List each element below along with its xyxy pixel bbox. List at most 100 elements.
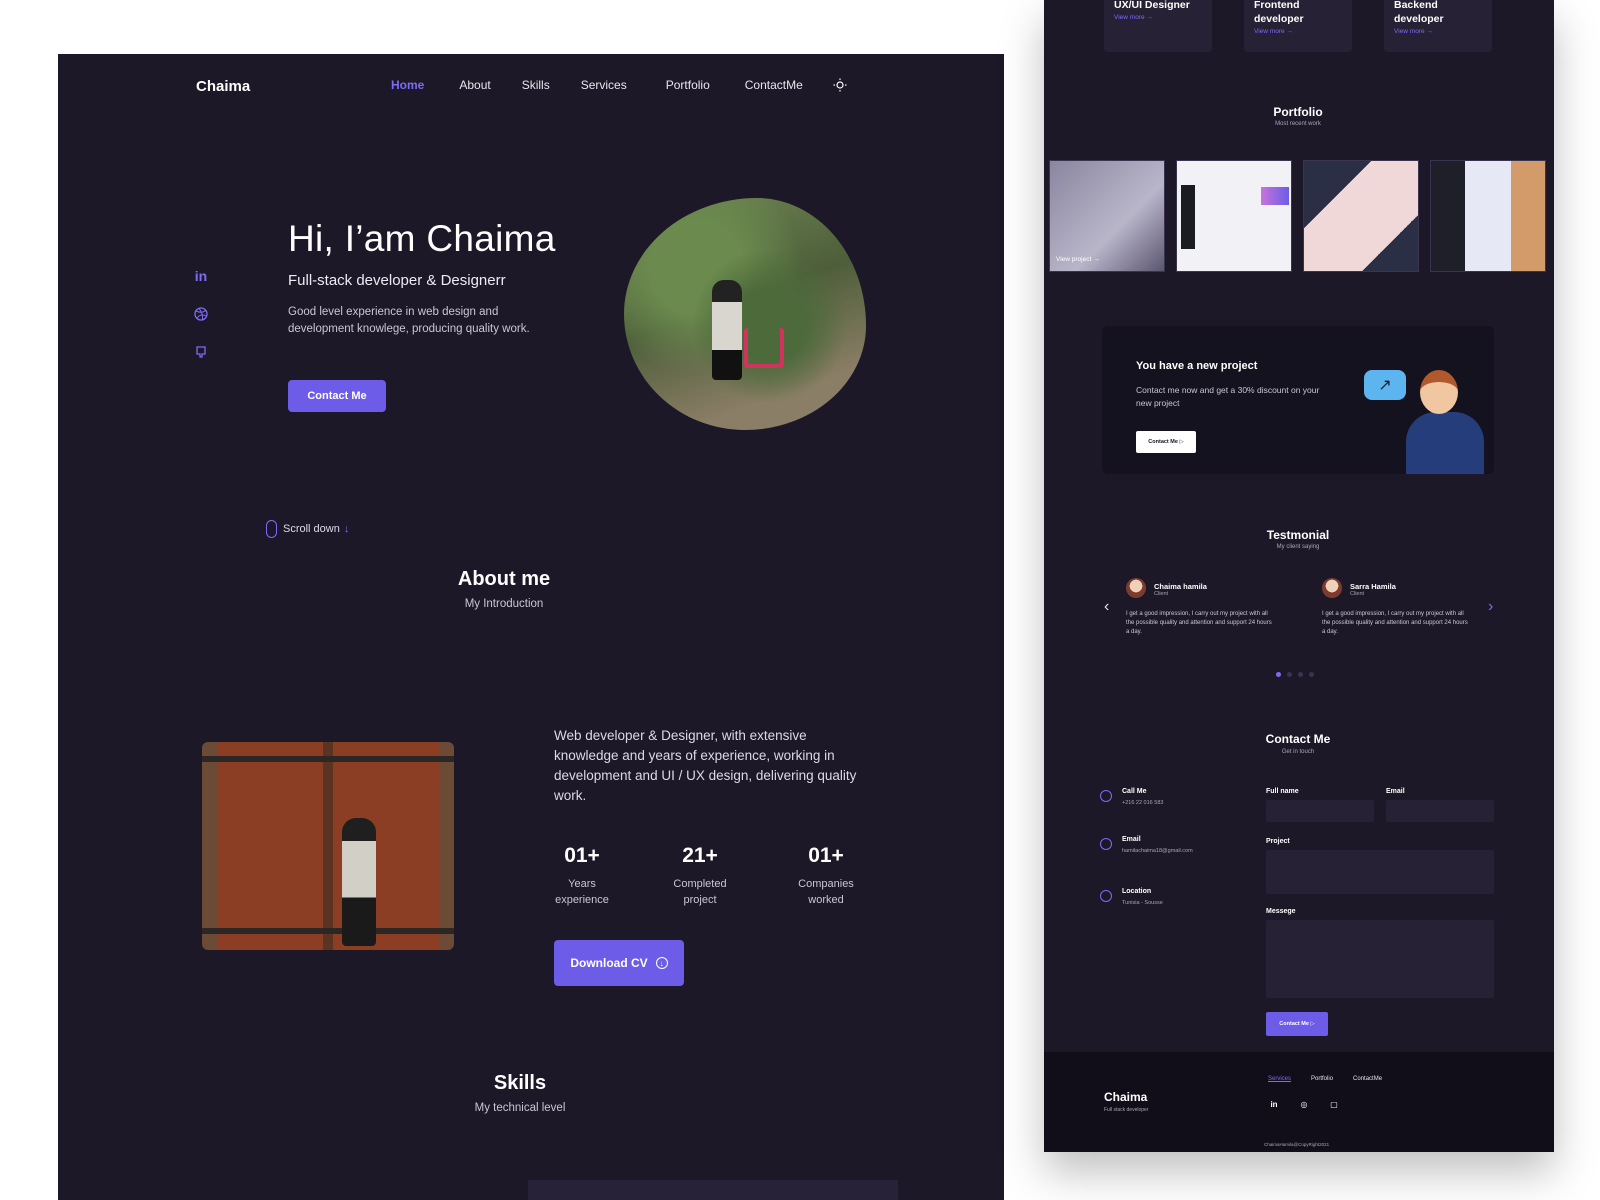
testimonial-role: Client bbox=[1154, 591, 1169, 597]
service-title: UX/UI Designer bbox=[1114, 0, 1190, 11]
copyright: ChaimaHamila@CopyRight2021 bbox=[1264, 1142, 1330, 1147]
hero-profile-photo bbox=[624, 198, 866, 430]
mail-icon bbox=[1100, 838, 1112, 850]
photo-person bbox=[712, 280, 742, 380]
view-more-link[interactable]: View more → bbox=[1114, 14, 1202, 21]
illustration-head bbox=[1420, 370, 1458, 414]
photo-person bbox=[342, 818, 376, 946]
service-title: Backend developer bbox=[1394, 0, 1444, 25]
message-field[interactable] bbox=[1266, 920, 1494, 998]
nav-skills[interactable]: Skills bbox=[522, 78, 550, 92]
dribbble-icon[interactable] bbox=[191, 304, 211, 324]
promo-title: You have a new project bbox=[1136, 360, 1258, 372]
main-page: Chaima Home About Skills Services Portfo… bbox=[58, 54, 1004, 1200]
chevron-left-icon[interactable]: ‹ bbox=[1104, 598, 1109, 616]
linkedin-icon[interactable]: in bbox=[1268, 1098, 1280, 1110]
carousel-dot[interactable] bbox=[1287, 672, 1292, 677]
stat-number: 01+ bbox=[808, 844, 844, 867]
sun-icon[interactable] bbox=[833, 78, 847, 92]
promo-contact-button[interactable]: Contact Me ▷ bbox=[1136, 431, 1196, 453]
view-project-link[interactable]: View project → bbox=[1056, 256, 1100, 263]
testimonial-name: Chaima hamila bbox=[1154, 582, 1207, 591]
arrow-down-icon: ↓ bbox=[343, 523, 350, 535]
service-title: Frontend developer bbox=[1254, 0, 1304, 25]
contact-subtitle: Get in touch bbox=[1281, 749, 1315, 755]
portfolio-thumb-3[interactable] bbox=[1303, 160, 1419, 272]
stat-label: Companies worked bbox=[798, 878, 854, 906]
testimonial-quote: I get a good impression, I carry out my … bbox=[1126, 611, 1272, 635]
brand-logo[interactable]: Chaima bbox=[196, 78, 250, 95]
nav-contactme[interactable]: ContactMe bbox=[745, 78, 803, 92]
contact-location: Location Tunisia - Sousse bbox=[1100, 888, 1240, 918]
mouse-icon bbox=[266, 520, 277, 538]
project-label: Project bbox=[1266, 838, 1290, 845]
portfolio-thumb-2[interactable] bbox=[1176, 160, 1292, 272]
skills-card bbox=[528, 1180, 898, 1200]
stat-number: 01+ bbox=[564, 844, 600, 867]
avatar bbox=[1322, 578, 1342, 598]
hero-description: Good level experience in web design and … bbox=[288, 306, 530, 335]
skills-subtitle: My technical level bbox=[474, 1102, 566, 1114]
view-more-link[interactable]: View more → bbox=[1394, 28, 1482, 35]
contact-me-button[interactable]: Contact Me bbox=[288, 380, 386, 412]
footer-link-portfolio[interactable]: Portfolio bbox=[1311, 1076, 1333, 1082]
contact-value: Tunisia - Sousse bbox=[1122, 900, 1163, 906]
photo-chair bbox=[744, 328, 784, 368]
contact-label: Location bbox=[1122, 888, 1152, 895]
footer-link-services[interactable]: Services bbox=[1268, 1076, 1291, 1082]
door-hinge bbox=[202, 756, 454, 762]
portfolio-thumb-1[interactable]: View project → bbox=[1049, 160, 1165, 272]
fullname-label: Full name bbox=[1266, 788, 1299, 795]
stat-label: Years experience bbox=[555, 878, 609, 906]
project-field[interactable] bbox=[1266, 850, 1494, 894]
chevron-right-icon[interactable]: › bbox=[1488, 598, 1493, 616]
view-more-link[interactable]: View more → bbox=[1254, 28, 1342, 35]
stat-years: 01+ Years experience bbox=[542, 844, 622, 908]
footer-link-contact[interactable]: ContactMe bbox=[1353, 1076, 1382, 1082]
contact-email: Email hamilachaima18@gmail.com bbox=[1100, 836, 1240, 866]
nav-home[interactable]: Home bbox=[391, 78, 424, 92]
promo-text: Contact me now and get a 30% discount on… bbox=[1136, 385, 1320, 408]
contact-title: Contact Me bbox=[1265, 732, 1331, 746]
portfolio-thumb-4[interactable] bbox=[1430, 160, 1546, 272]
carousel-dot[interactable] bbox=[1276, 672, 1281, 677]
github-icon[interactable]: ▢ bbox=[1328, 1098, 1340, 1110]
download-icon: ↓ bbox=[655, 957, 668, 969]
scroll-down-label: Scroll down bbox=[283, 523, 340, 535]
linkedin-icon[interactable]: in bbox=[191, 266, 211, 286]
stat-companies: 01+ Companies worked bbox=[786, 844, 866, 908]
footer-links: Services Portfolio ContactMe bbox=[1268, 1076, 1402, 1082]
scroll-down-link[interactable]: Scroll down ↓ bbox=[266, 520, 349, 538]
download-cv-label: Download CV bbox=[570, 956, 648, 970]
footer-tagline: Full stack developer bbox=[1104, 1107, 1149, 1113]
nav-services[interactable]: Services bbox=[581, 78, 627, 92]
testimonial-title: Testmonial bbox=[1266, 528, 1330, 542]
github-icon[interactable] bbox=[191, 342, 211, 362]
nav-portfolio[interactable]: Portfolio bbox=[666, 78, 710, 92]
footer-socials: in ◎ ▢ bbox=[1268, 1098, 1358, 1110]
footer: Chaima Full stack developer Services Por… bbox=[1044, 1052, 1554, 1152]
nav-about[interactable]: About bbox=[459, 78, 490, 92]
contact-value: +216 22 016 583 bbox=[1122, 800, 1164, 806]
dribbble-icon[interactable]: ◎ bbox=[1298, 1098, 1310, 1110]
promo-banner: You have a new project Contact me now an… bbox=[1102, 326, 1494, 474]
hero-title: Hi, I’am Chaima bbox=[288, 218, 556, 259]
hero-subtitle: Full-stack developer & Designerr bbox=[288, 272, 506, 289]
testimonial-subtitle: My client saying bbox=[1276, 544, 1320, 550]
thumb-sidebar bbox=[1181, 185, 1195, 249]
about-photo bbox=[202, 742, 454, 950]
illustration-body bbox=[1406, 412, 1484, 474]
download-cv-button[interactable]: Download CV ↓ bbox=[554, 940, 684, 986]
stat-label: Completed project bbox=[673, 878, 727, 906]
fullname-field[interactable] bbox=[1266, 800, 1374, 822]
carousel-dot[interactable] bbox=[1309, 672, 1314, 677]
email-label: Email bbox=[1386, 788, 1405, 795]
send-contact-button[interactable]: Contact Me ▷ bbox=[1266, 1012, 1328, 1036]
about-text: Web developer & Designer, with extensive… bbox=[554, 728, 857, 803]
service-card-backend: Backend developer View more → bbox=[1384, 0, 1492, 52]
about-subtitle: My Introduction bbox=[464, 598, 544, 610]
carousel-dot[interactable] bbox=[1298, 672, 1303, 677]
email-field[interactable] bbox=[1386, 800, 1494, 822]
contact-value: hamilachaima18@gmail.com bbox=[1122, 848, 1193, 854]
footer-brand[interactable]: Chaima bbox=[1104, 1090, 1147, 1104]
